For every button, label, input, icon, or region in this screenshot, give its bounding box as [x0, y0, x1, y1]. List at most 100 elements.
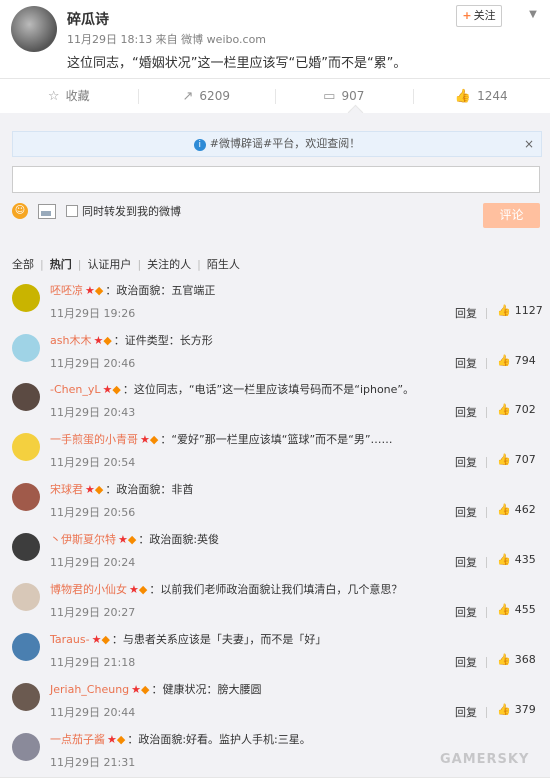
comment-button[interactable]: ▭907 [275, 79, 413, 114]
vip-icon: ◆ [103, 334, 111, 347]
commenter-name[interactable]: 博物君的小仙女 [50, 583, 127, 596]
commenter-avatar[interactable] [12, 383, 40, 411]
commenter-avatar[interactable] [12, 284, 40, 312]
comment-like-count: 794 [515, 354, 536, 367]
commenter-name[interactable]: 一点茄子酱 [50, 733, 105, 746]
reply-link[interactable]: 回复 [455, 355, 477, 371]
info-icon: i [194, 139, 206, 151]
commenter-avatar[interactable] [12, 483, 40, 511]
image-icon[interactable] [38, 204, 56, 219]
divider [486, 657, 487, 668]
commenter-avatar[interactable] [12, 334, 40, 362]
author-avatar[interactable] [11, 6, 57, 52]
filter-hot[interactable]: 热门 [50, 258, 72, 271]
comment-like-button[interactable]: 👍368 [497, 653, 536, 666]
follow-button[interactable]: +关注 [456, 5, 502, 27]
divider [486, 557, 487, 568]
comment-text: ：政治面貌：五官端正 [105, 284, 215, 297]
comment-time: 11月29日 20:54 [50, 454, 135, 470]
comment-like-button[interactable]: 👍1127 [497, 304, 543, 317]
comment-count: 907 [341, 89, 364, 103]
author-name[interactable]: 碎瓜诗 [67, 9, 109, 29]
commenter-name[interactable]: -Chen_yL [50, 383, 101, 396]
comment-time: 11月29日 20:24 [50, 554, 135, 570]
commenter-name[interactable]: ash木木 [50, 334, 91, 347]
commenter-name[interactable]: 宋球君 [50, 483, 83, 496]
vip-icon: ◆ [141, 683, 149, 696]
reply-link[interactable]: 回复 [455, 504, 477, 520]
comment-line: Jeriah_Cheung★◆：健康状况：膀大腰圆 [50, 681, 262, 697]
chevron-down-icon[interactable]: ▼ [526, 8, 540, 22]
reply-link[interactable]: 回复 [455, 604, 477, 620]
comment-item: 丶伊斯夏尔特★◆：政治面貌:英俊11月29日 20:24回复👍435 [0, 527, 550, 578]
comment-time: 11月29日 21:31 [50, 754, 135, 770]
reply-link[interactable]: 回复 [455, 704, 477, 720]
divider [486, 407, 487, 418]
badge-icon: ★ [140, 433, 150, 446]
commenter-name[interactable]: Jeriah_Cheung [50, 683, 129, 696]
thumb-up-icon: 👍 [497, 503, 511, 516]
reply-link[interactable]: 回复 [455, 454, 477, 470]
comment-time: 11月29日 20:43 [50, 404, 135, 420]
filter-following[interactable]: 关注的人 [147, 258, 191, 271]
commenter-avatar[interactable] [12, 433, 40, 461]
weibo-card: 碎瓜诗 11月29日 18:13 来自 微博 weibo.com 这位同志，“婚… [0, 0, 550, 771]
comment-time: 11月29日 19:26 [50, 305, 135, 321]
commenter-name[interactable]: Taraus- [50, 633, 90, 646]
comment-like-button[interactable]: 👍794 [497, 354, 536, 367]
comment-item: -Chen_yL★◆：这位同志，“电话”这一栏里应该填号码而不是“iphone”… [0, 377, 550, 428]
comment-item: ash木木★◆：证件类型：长方形11月29日 20:46回复👍794 [0, 328, 550, 379]
comment-like-button[interactable]: 👍379 [497, 703, 536, 716]
filter-all[interactable]: 全部 [12, 258, 34, 271]
like-count: 1244 [477, 89, 508, 103]
commenter-name[interactable]: 丶伊斯夏尔特 [50, 533, 116, 546]
reply-link[interactable]: 回复 [455, 654, 477, 670]
comment-line: 一手煎蛋的小青哥★◆：“爱好”那一栏里应该填“篮球”而不是“男”…… [50, 431, 393, 447]
commenter-name[interactable]: 呸呸凉 [50, 284, 83, 297]
repost-button[interactable]: ↗6209 [138, 79, 276, 114]
badge-icon: ★ [129, 583, 139, 596]
submit-comment-button[interactable]: 评论 [483, 203, 540, 228]
filter-strangers[interactable]: 陌生人 [207, 258, 240, 271]
comment-like-button[interactable]: 👍702 [497, 403, 536, 416]
badge-icon: ★ [131, 683, 141, 696]
reply-link[interactable]: 回复 [455, 554, 477, 570]
follow-label: 关注 [474, 9, 496, 22]
badge-icon: ★ [118, 533, 128, 546]
action-bar: ☆收藏 ↗6209 ▭907 👍 1244 [0, 78, 550, 115]
favorite-button[interactable]: ☆收藏 [0, 79, 138, 114]
commenter-name[interactable]: 一手煎蛋的小青哥 [50, 433, 138, 446]
commenter-avatar[interactable] [12, 733, 40, 761]
comment-text: ：政治面貌:好看。监护人手机:三星。 [127, 733, 310, 746]
comment-item: 博物君的小仙女★◆：以前我们老师政治面貌让我们填清白，几个意思？11月29日 2… [0, 577, 550, 628]
comment-like-button[interactable]: 👍707 [497, 453, 536, 466]
comment-like-button[interactable]: 👍435 [497, 553, 536, 566]
thumb-up-icon: 👍 [455, 89, 471, 104]
notice-text[interactable]: #微博辟谣#平台，欢迎查阅！ [210, 137, 360, 150]
comment-time: 11月29日 20:27 [50, 604, 135, 620]
emoji-icon[interactable]: ☺ [12, 203, 28, 219]
comment-text: ：这位同志，“电话”这一栏里应该填号码而不是“iphone”。 [123, 383, 414, 396]
reply-link[interactable]: 回复 [455, 305, 477, 321]
forward-checkbox[interactable] [66, 205, 78, 217]
commenter-avatar[interactable] [12, 583, 40, 611]
comment-item: Jeriah_Cheung★◆：健康状况：膀大腰圆 11月29日 20:44 回复 👍… [0, 677, 550, 728]
comment-input[interactable] [12, 166, 540, 193]
reply-link[interactable]: 回复 [455, 404, 477, 420]
comment-time: 11月29日 20:44 [50, 704, 135, 720]
thumb-up-icon: 👍 [497, 603, 511, 616]
close-icon[interactable]: × [524, 132, 534, 156]
vip-icon: ◆ [117, 733, 125, 746]
comment-like-button[interactable]: 👍462 [497, 503, 536, 516]
share-icon: ↗ [183, 89, 194, 104]
star-icon: ☆ [48, 89, 60, 104]
filter-verified[interactable]: 认证用户 [87, 258, 131, 271]
comment-item: 一手煎蛋的小青哥★◆：“爱好”那一栏里应该填“篮球”而不是“男”…… 11月29日… [0, 427, 550, 478]
commenter-avatar[interactable] [12, 633, 40, 661]
commenter-avatar[interactable] [12, 683, 40, 711]
notice-banner: i #微博辟谣#平台，欢迎查阅！ × [12, 131, 542, 157]
commenter-avatar[interactable] [12, 533, 40, 561]
like-button[interactable]: 👍 1244 [413, 79, 550, 114]
comment-like-button[interactable]: 👍455 [497, 603, 536, 616]
vip-icon: ◆ [95, 483, 103, 496]
